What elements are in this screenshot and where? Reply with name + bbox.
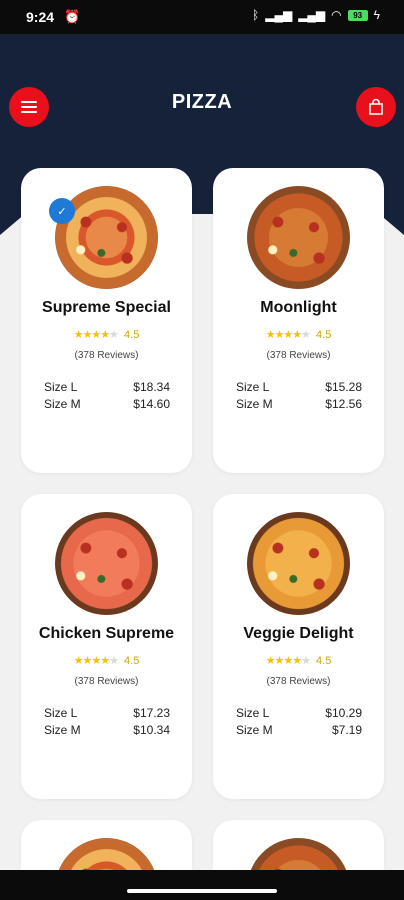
size-price: $14.60 — [133, 397, 170, 411]
rating: ★★★★★ 4.5 — [213, 328, 384, 342]
pizza-image — [247, 186, 350, 289]
review-count: (378 Reviews) — [266, 676, 331, 687]
charging-icon: ϟ — [373, 8, 380, 22]
status-time: 9:24 — [26, 9, 55, 25]
pizza-image — [55, 512, 158, 615]
pizza-image — [247, 512, 350, 615]
product-name: Moonlight — [260, 299, 337, 316]
rating-value: 4.5 — [124, 328, 140, 341]
product-name: Veggie Delight — [243, 625, 354, 642]
status-bar: 9:24 ⏰ ᛒ ▂▄▆ ▂▄▆ ◠ 93 ϟ — [0, 0, 404, 34]
size-label: Size M — [44, 723, 81, 737]
price-row-size-l: Size L $15.28 — [236, 380, 362, 394]
product-card[interactable]: Veggie Delight ★★★★★ 4.5 (378 Reviews) S… — [213, 494, 384, 799]
star-rating-icon: ★★★★★ — [73, 329, 119, 341]
review-count: (378 Reviews) — [74, 350, 139, 361]
home-gesture-bar[interactable] — [127, 889, 277, 893]
price-row-size-m: Size M $12.56 — [236, 397, 362, 411]
system-navigation-bar — [0, 870, 404, 900]
price-row-size-l: Size L $18.34 — [44, 380, 170, 394]
price-row-size-m: Size M $10.34 — [44, 723, 170, 737]
rating-value: 4.5 — [124, 654, 140, 667]
review-count: (378 Reviews) — [74, 676, 139, 687]
rating: ★★★★★ 4.5 — [213, 654, 384, 668]
size-label: Size M — [44, 397, 81, 411]
review-count: (378 Reviews) — [266, 350, 331, 361]
size-price: $7.19 — [331, 723, 362, 737]
size-price: $18.34 — [133, 380, 170, 394]
size-label: Size L — [44, 706, 78, 720]
star-rating-icon: ★★★★★ — [265, 329, 311, 341]
star-rating-icon: ★★★★★ — [73, 655, 119, 667]
pizza-image — [247, 838, 350, 870]
size-label: Size M — [236, 723, 273, 737]
bluetooth-icon: ᛒ — [252, 8, 260, 22]
product-card[interactable] — [21, 820, 192, 870]
product-card[interactable]: Moonlight ★★★★★ 4.5 (378 Reviews) Size L… — [213, 168, 384, 473]
rating-value: 4.5 — [316, 654, 332, 667]
page-title: PIZZA — [171, 91, 233, 113]
cart-button[interactable] — [356, 87, 396, 127]
size-price: $12.56 — [325, 397, 362, 411]
signal-icon: ▂▄▆ — [265, 8, 293, 22]
size-price: $15.28 — [325, 380, 362, 394]
signal-icon: ▂▄▆ — [298, 8, 326, 22]
shopping-bag-icon — [369, 98, 383, 115]
rating: ★★★★★ 4.5 — [21, 328, 192, 342]
size-label: Size L — [236, 380, 270, 394]
price-row-size-m: Size M $14.60 — [44, 397, 170, 411]
battery-icon: 93 — [347, 9, 368, 21]
product-card[interactable]: ✓ Supreme Special ★★★★★ 4.5 (378 Reviews… — [21, 168, 192, 473]
product-name: Chicken Supreme — [38, 625, 175, 642]
size-price: $10.29 — [325, 706, 362, 720]
alarm-off-icon: ⏰ — [64, 9, 81, 24]
rating: ★★★★★ 4.5 — [21, 654, 192, 668]
product-name: Supreme Special — [42, 299, 171, 316]
size-label: Size L — [44, 380, 78, 394]
size-price: $10.34 — [133, 723, 170, 737]
product-card[interactable]: Chicken Supreme ★★★★★ 4.5 (378 Reviews) … — [21, 494, 192, 799]
star-rating-icon: ★★★★★ — [265, 655, 311, 667]
pizza-image — [55, 838, 158, 870]
price-row-size-l: Size L $17.23 — [44, 706, 170, 720]
veg-badge-icon: ✓ — [49, 198, 75, 224]
size-price: $17.23 — [133, 706, 170, 720]
product-card[interactable] — [213, 820, 384, 870]
size-label: Size L — [236, 706, 270, 720]
wifi-icon: ◠ — [331, 8, 342, 22]
price-row-size-m: Size M $7.19 — [236, 723, 362, 737]
price-row-size-l: Size L $10.29 — [236, 706, 362, 720]
status-icons: ᛒ ▂▄▆ ▂▄▆ ◠ 93 ϟ — [252, 8, 380, 22]
rating-value: 4.5 — [316, 328, 332, 341]
size-label: Size M — [236, 397, 273, 411]
